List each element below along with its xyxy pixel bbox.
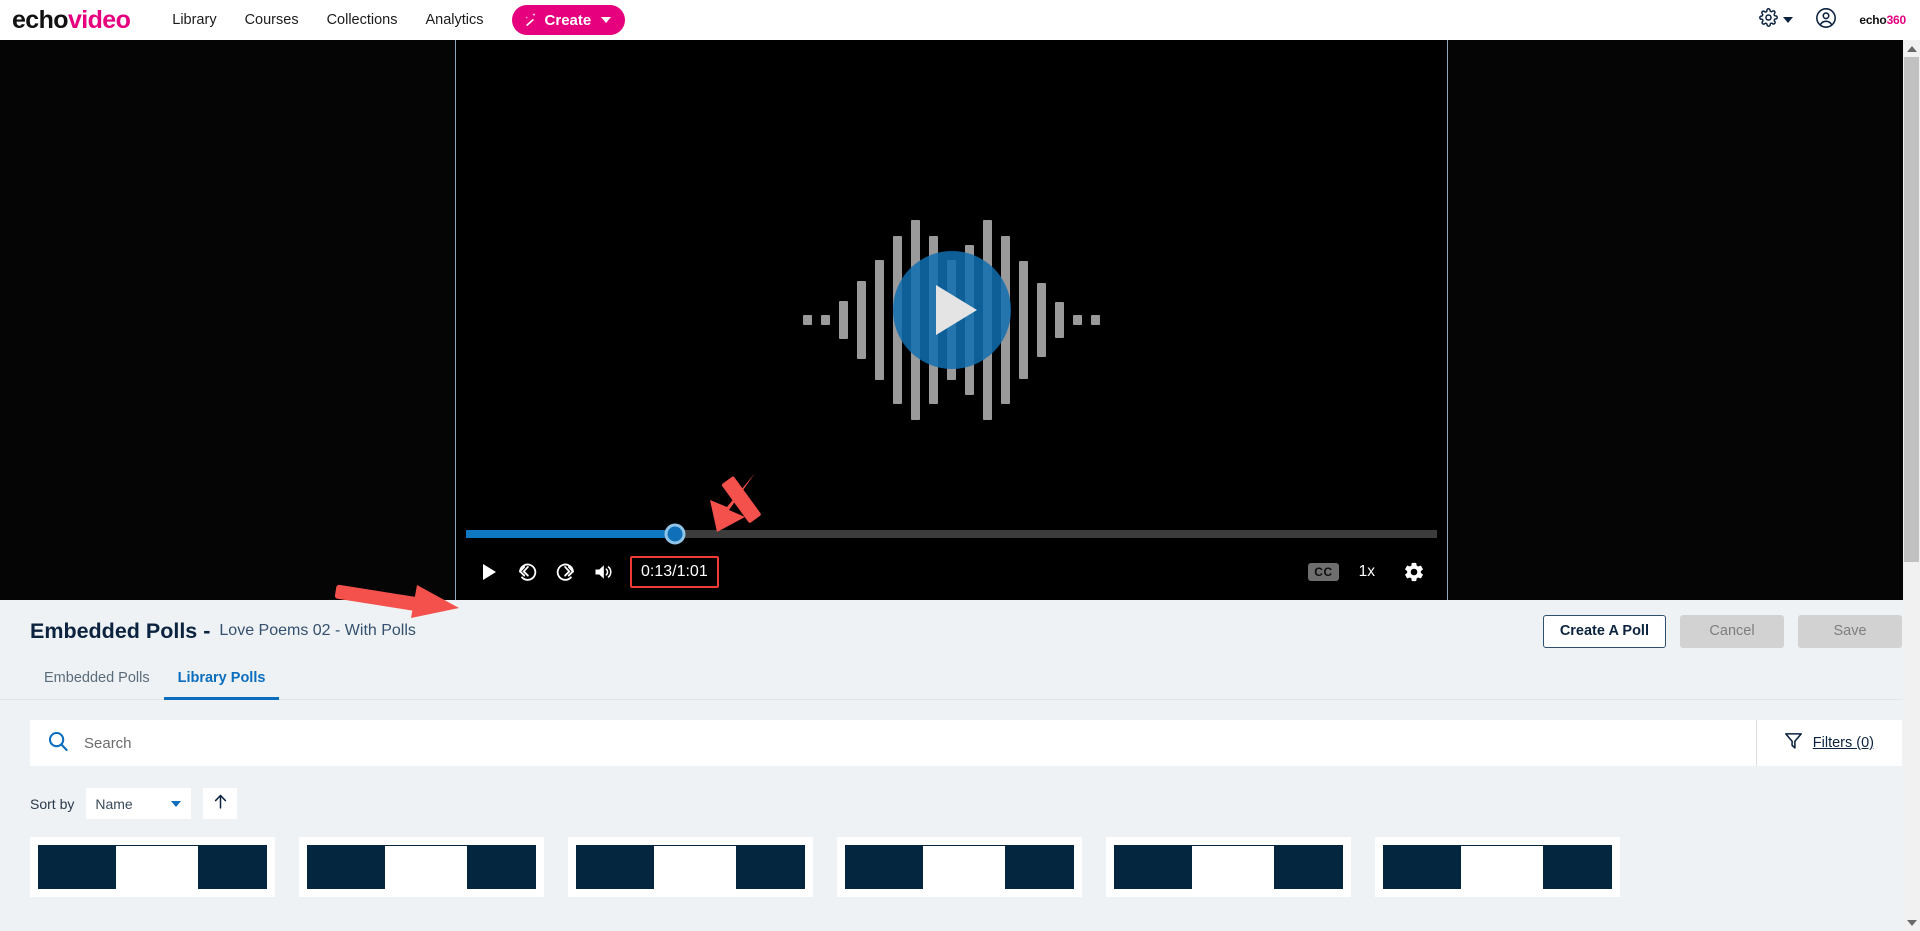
page-scrollbar[interactable] bbox=[1903, 40, 1920, 931]
user-account-button[interactable] bbox=[1815, 7, 1837, 34]
player-settings-button[interactable] bbox=[1395, 553, 1433, 591]
search-input[interactable] bbox=[84, 734, 1756, 752]
nav-link-courses[interactable]: Courses bbox=[231, 12, 313, 28]
echo360-brand-mark: echo 360 bbox=[1859, 13, 1906, 27]
play-icon bbox=[936, 285, 977, 335]
search-bar: Filters (0) bbox=[30, 720, 1902, 766]
scrollbar-thumb[interactable] bbox=[1904, 57, 1919, 562]
top-navigation-bar: echo video Library Courses Collections An… bbox=[0, 0, 1920, 40]
closed-captions-button[interactable]: CC bbox=[1308, 563, 1339, 581]
filters-label: Filters (0) bbox=[1812, 735, 1874, 751]
forward-10-icon bbox=[554, 561, 577, 584]
poll-card[interactable] bbox=[837, 837, 1082, 897]
gear-icon bbox=[1759, 8, 1779, 32]
nav-link-analytics[interactable]: Analytics bbox=[412, 12, 498, 28]
play-overlay-button[interactable] bbox=[892, 251, 1011, 369]
rewind-button[interactable] bbox=[508, 553, 546, 591]
play-icon bbox=[481, 563, 497, 581]
forward-button[interactable] bbox=[546, 553, 584, 591]
rewind-10-icon bbox=[516, 561, 539, 584]
panel-header: Embedded Polls - Love Poems 02 - With Po… bbox=[0, 600, 1920, 662]
poll-card-thumbnail bbox=[845, 845, 1074, 889]
sort-by-select[interactable]: Name bbox=[86, 788, 192, 819]
chevron-down-icon bbox=[1783, 17, 1794, 23]
user-account-icon bbox=[1815, 7, 1837, 34]
filter-funnel-icon bbox=[1783, 730, 1804, 756]
volume-button[interactable] bbox=[584, 553, 622, 591]
page-title: Embedded Polls - bbox=[30, 618, 211, 643]
settings-menu-button[interactable] bbox=[1759, 8, 1794, 32]
poll-card-grid bbox=[30, 837, 1920, 897]
player-right-controls: CC 1x bbox=[1308, 553, 1433, 591]
panel-header-actions: Create A Poll Cancel Save bbox=[1542, 614, 1902, 648]
scroll-down-icon[interactable] bbox=[1903, 914, 1920, 931]
playback-speed-button[interactable]: 1x bbox=[1355, 563, 1379, 581]
video-stage[interactable]: 0:13/1:01 CC 1x bbox=[455, 40, 1448, 600]
echovideo-logo[interactable]: echo video bbox=[12, 5, 131, 35]
player-control-bar: 0:13/1:01 CC 1x bbox=[456, 544, 1447, 600]
search-icon bbox=[46, 729, 70, 758]
tab-library-polls[interactable]: Library Polls bbox=[163, 670, 280, 700]
nav-link-library[interactable]: Library bbox=[158, 12, 230, 28]
sort-controls-row: Sort by Name bbox=[30, 788, 1920, 819]
primary-nav-links: Library Courses Collections Analytics bbox=[158, 12, 497, 28]
scroll-up-icon[interactable] bbox=[1903, 40, 1920, 57]
polls-tab-bar: Embedded Polls Library Polls bbox=[0, 662, 1920, 700]
filters-button[interactable]: Filters (0) bbox=[1755, 720, 1902, 766]
sort-direction-button[interactable] bbox=[203, 788, 238, 819]
logo-text-echo: echo bbox=[12, 5, 69, 34]
brand-mark-360: 360 bbox=[1886, 13, 1907, 27]
tab-embedded-polls[interactable]: Embedded Polls bbox=[30, 670, 164, 700]
save-button: Save bbox=[1798, 614, 1902, 648]
poll-card[interactable] bbox=[1106, 837, 1351, 897]
nav-right-cluster: echo 360 bbox=[1759, 7, 1906, 34]
play-button[interactable] bbox=[470, 553, 508, 591]
create-a-poll-button[interactable]: Create A Poll bbox=[1542, 614, 1666, 648]
volume-icon bbox=[592, 562, 614, 582]
poll-card[interactable] bbox=[1375, 837, 1620, 897]
magic-wand-icon bbox=[524, 12, 538, 28]
embedded-polls-panel: Embedded Polls - Love Poems 02 - With Po… bbox=[0, 600, 1920, 931]
page-subtitle: Love Poems 02 - With Polls bbox=[219, 622, 416, 639]
cancel-button: Cancel bbox=[1680, 614, 1784, 648]
progress-fill bbox=[466, 530, 675, 538]
poll-card-thumbnail bbox=[576, 845, 805, 889]
chevron-down-icon bbox=[601, 17, 612, 23]
gear-icon bbox=[1403, 561, 1425, 583]
progress-handle[interactable] bbox=[664, 523, 686, 545]
playback-progress-slider[interactable] bbox=[466, 523, 1437, 545]
create-button-label: Create bbox=[544, 11, 592, 29]
poll-card-thumbnail bbox=[1383, 845, 1612, 889]
nav-link-collections[interactable]: Collections bbox=[313, 12, 412, 28]
create-button[interactable]: Create bbox=[511, 5, 626, 35]
poll-card[interactable] bbox=[299, 837, 544, 897]
poll-card[interactable] bbox=[568, 837, 813, 897]
poll-card-thumbnail bbox=[38, 845, 267, 889]
sort-by-value: Name bbox=[95, 795, 133, 812]
arrow-up-icon bbox=[211, 792, 230, 816]
poll-card-thumbnail bbox=[307, 845, 536, 889]
sort-by-label: Sort by bbox=[30, 795, 75, 812]
poll-card[interactable] bbox=[30, 837, 275, 897]
video-player-region: 0:13/1:01 CC 1x bbox=[0, 40, 1920, 618]
logo-text-video: video bbox=[67, 5, 131, 34]
brand-mark-echo: echo bbox=[1859, 13, 1887, 27]
time-display: 0:13/1:01 bbox=[630, 556, 719, 588]
poll-card-thumbnail bbox=[1114, 845, 1343, 889]
chevron-down-icon bbox=[171, 800, 182, 807]
